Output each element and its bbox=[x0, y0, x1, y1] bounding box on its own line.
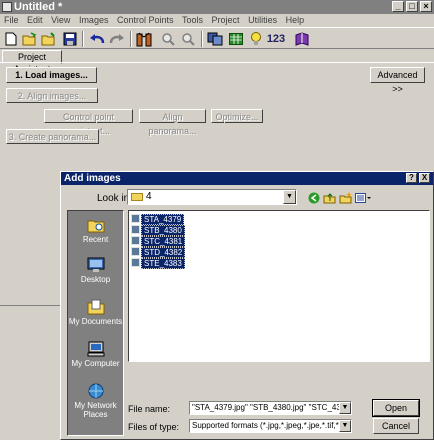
dialog-help-button[interactable]: ? bbox=[406, 173, 417, 183]
app-icon bbox=[2, 2, 12, 12]
back-icon[interactable] bbox=[307, 191, 320, 204]
place-recent[interactable]: Recent bbox=[68, 217, 123, 244]
redo-icon[interactable] bbox=[109, 31, 125, 47]
numbers-icon[interactable]: 123 bbox=[266, 31, 286, 47]
look-in-value: 4 bbox=[146, 191, 152, 202]
image-file-icon bbox=[131, 214, 140, 223]
dialog-title-bar[interactable]: Add images ? X bbox=[61, 172, 433, 185]
my-documents-icon bbox=[87, 299, 105, 315]
file-name-label: File name: bbox=[128, 404, 171, 414]
advanced-button[interactable]: Advanced >> bbox=[370, 67, 425, 94]
place-my-computer[interactable]: My Computer bbox=[68, 341, 123, 368]
files-of-type-label: Files of type: bbox=[128, 422, 180, 432]
places-bar: Recent Desktop My Documents My Computer … bbox=[67, 210, 124, 436]
tab-strip: Project Assistant bbox=[0, 49, 434, 74]
chevron-down-icon[interactable]: ▼ bbox=[339, 420, 351, 432]
look-in-dropdown[interactable]: 4 ▼ bbox=[127, 189, 297, 205]
menu-utilities[interactable]: Utilities bbox=[248, 15, 277, 25]
chevron-down-icon[interactable]: ▼ bbox=[283, 190, 296, 204]
zoom-out-icon[interactable] bbox=[180, 31, 196, 47]
open-icon[interactable] bbox=[22, 31, 38, 47]
view-menu-icon[interactable] bbox=[354, 191, 372, 204]
menu-file[interactable]: File bbox=[4, 15, 19, 25]
cancel-button[interactable]: Cancel bbox=[373, 418, 419, 434]
help-book-icon[interactable] bbox=[294, 31, 310, 47]
optimize-button[interactable]: Optimize... bbox=[211, 109, 263, 123]
toolbar-separator bbox=[82, 31, 84, 47]
control-point-assistant-button[interactable]: Control point assistant... bbox=[44, 109, 133, 136]
window-title: Untitled * bbox=[14, 1, 63, 13]
image-file-icon bbox=[131, 258, 140, 267]
table-icon[interactable] bbox=[228, 31, 244, 47]
new-icon[interactable] bbox=[3, 31, 19, 47]
toolbar-separator bbox=[130, 31, 132, 47]
file-name-field[interactable]: "STA_4379.jpg" "STB_4380.jpg" "STC_4381.… bbox=[189, 401, 352, 415]
optimize-bulb-icon[interactable] bbox=[248, 31, 264, 47]
list-item[interactable]: STE_4383 bbox=[131, 258, 185, 269]
list-item[interactable]: STC_4381 bbox=[131, 236, 186, 247]
align-images-button[interactable]: 2. Align images... bbox=[6, 88, 98, 103]
menu-control-points[interactable]: Control Points bbox=[117, 15, 174, 25]
minimize-button[interactable]: _ bbox=[392, 1, 404, 12]
chevron-down-icon[interactable]: ▼ bbox=[339, 402, 351, 414]
list-item[interactable]: STD_4382 bbox=[131, 247, 186, 258]
menu-view[interactable]: View bbox=[51, 15, 70, 25]
close-button[interactable]: × bbox=[420, 1, 432, 12]
place-desktop[interactable]: Desktop bbox=[68, 257, 123, 284]
menu-help[interactable]: Help bbox=[286, 15, 305, 25]
menu-edit[interactable]: Edit bbox=[27, 15, 43, 25]
place-my-documents[interactable]: My Documents bbox=[68, 299, 123, 326]
menu-bar: File Edit View Images Control Points Too… bbox=[0, 14, 434, 27]
control-point-icon[interactable] bbox=[136, 31, 152, 47]
new-folder-icon[interactable] bbox=[339, 191, 352, 204]
my-computer-icon bbox=[87, 341, 105, 357]
image-file-icon bbox=[131, 247, 140, 256]
file-list[interactable]: STA_4379 STB_4380 STC_4381 STD_4382 STE_… bbox=[128, 210, 430, 362]
create-panorama-button[interactable]: 3. Create panorama... bbox=[6, 129, 99, 144]
files-of-type-select[interactable]: Supported formats (*.jpg,*.jpeg,*.jpe,*.… bbox=[189, 419, 352, 433]
list-item[interactable]: STA_4379 bbox=[131, 214, 185, 225]
open-button[interactable]: Open bbox=[372, 399, 420, 417]
dialog-close-button[interactable]: X bbox=[419, 173, 430, 183]
load-images-button[interactable]: 1. Load images... bbox=[6, 67, 97, 83]
dialog-title: Add images bbox=[64, 173, 121, 184]
up-folder-icon[interactable] bbox=[323, 191, 336, 204]
image-file-icon bbox=[131, 225, 140, 234]
zoom-in-icon[interactable] bbox=[160, 31, 176, 47]
toolbar: 123 bbox=[0, 27, 434, 49]
save-icon[interactable] bbox=[62, 31, 78, 47]
recent-folder-icon bbox=[87, 217, 105, 233]
maximize-button[interactable]: □ bbox=[406, 1, 418, 12]
undo-icon[interactable] bbox=[89, 31, 105, 47]
menu-images[interactable]: Images bbox=[79, 15, 109, 25]
main-title-bar[interactable]: Untitled * _ □ × bbox=[0, 0, 434, 14]
add-images-dialog: Add images ? X Look in: 4 ▼ Recent Deskt… bbox=[60, 171, 434, 440]
toolbar-separator bbox=[201, 31, 203, 47]
place-my-network-places[interactable]: My Network Places bbox=[68, 383, 123, 419]
menu-project[interactable]: Project bbox=[212, 15, 240, 25]
menu-tools[interactable]: Tools bbox=[182, 15, 203, 25]
image-file-icon bbox=[131, 236, 140, 245]
align-panorama-button[interactable]: Align panorama... bbox=[139, 109, 206, 136]
list-item[interactable]: STB_4380 bbox=[131, 225, 185, 236]
folder-icon bbox=[131, 193, 143, 201]
preview-icon[interactable] bbox=[207, 31, 223, 47]
open-recent-icon[interactable] bbox=[41, 31, 57, 47]
network-places-icon bbox=[87, 383, 105, 399]
desktop-icon bbox=[87, 257, 105, 273]
